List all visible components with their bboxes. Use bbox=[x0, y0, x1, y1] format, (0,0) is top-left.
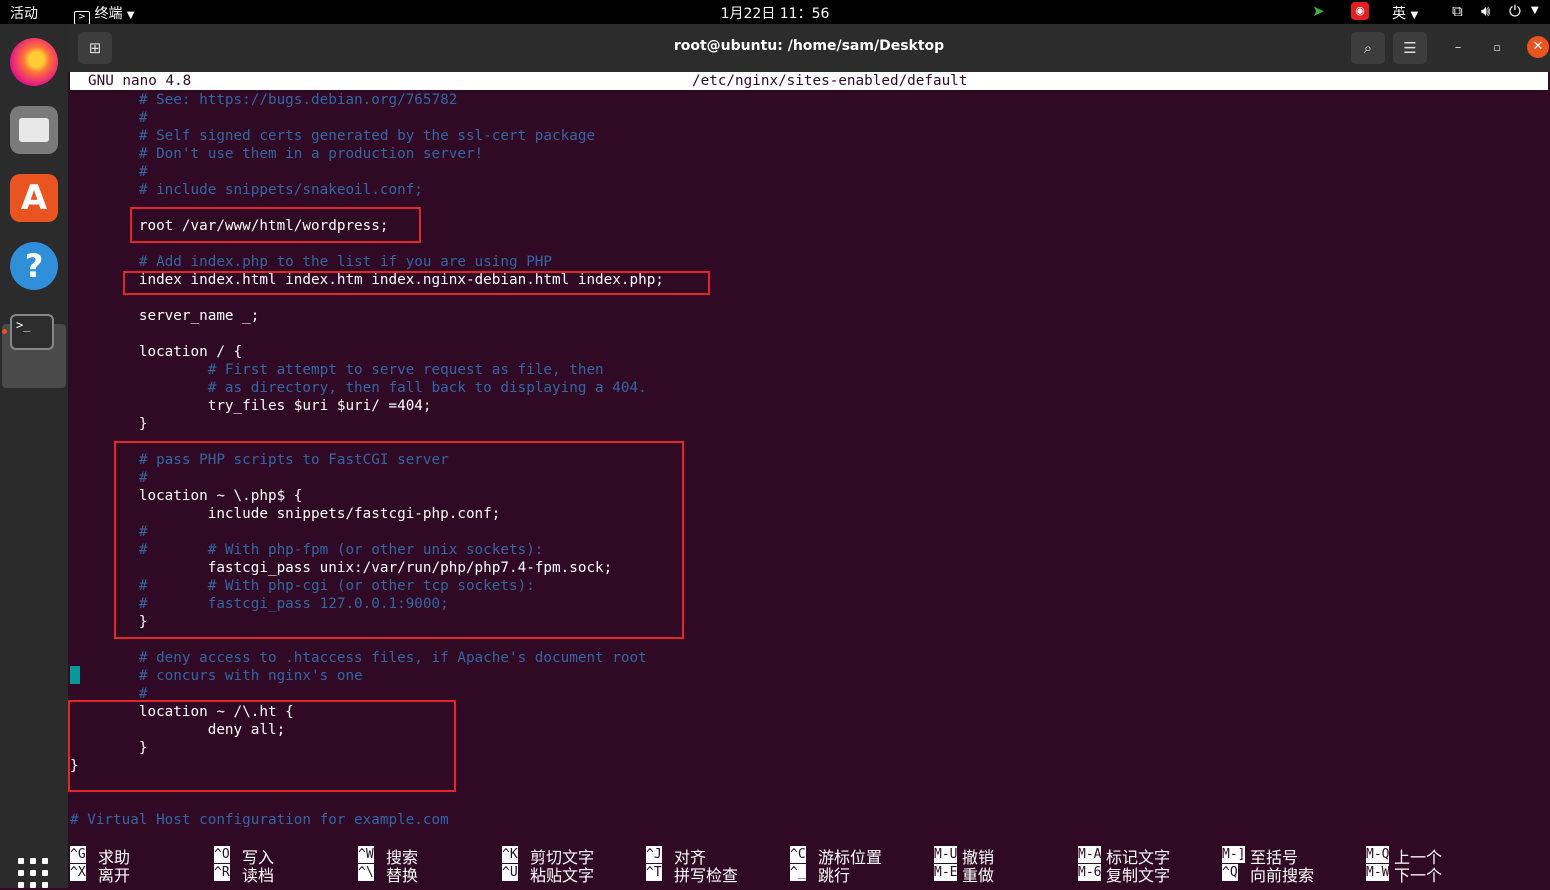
shortcut-key: M-A bbox=[1078, 846, 1102, 863]
shortcut-label: 替换 bbox=[386, 866, 419, 885]
shortcut-key: ^_ bbox=[790, 864, 806, 881]
network-icon[interactable]: ⧉ bbox=[1452, 2, 1463, 20]
shortcut-key: ^U bbox=[502, 864, 518, 881]
highlight-box-root bbox=[130, 207, 421, 243]
shortcut-key: ^W bbox=[358, 846, 374, 863]
terminal-icon[interactable]: >_ bbox=[10, 314, 54, 350]
firefox-icon[interactable] bbox=[10, 38, 58, 86]
help-icon[interactable]: ? bbox=[10, 242, 58, 290]
shortcut-key: ^X bbox=[70, 864, 86, 881]
terminal-small-icon: > bbox=[74, 11, 90, 25]
code-line: # deny access to .htaccess files, if Apa… bbox=[70, 650, 647, 666]
dock: A ? >_ bbox=[0, 24, 68, 888]
shortcut-key: M-U bbox=[934, 846, 958, 863]
shortcut-key: ^R bbox=[214, 864, 230, 881]
code-line: # include snippets/snakeoil.conf; bbox=[70, 182, 423, 198]
code-line: location / { bbox=[70, 344, 243, 360]
caret-down-icon: ▼ bbox=[1410, 10, 1419, 21]
close-button[interactable]: ✕ bbox=[1527, 36, 1549, 58]
shortcut-label: 下一个 bbox=[1394, 866, 1443, 885]
caret-down-icon[interactable]: ▼ bbox=[1531, 5, 1539, 16]
caret-down-icon: ▼ bbox=[126, 10, 135, 21]
shortcut-key: ^Q bbox=[1222, 864, 1238, 881]
code-line: # Self signed certs generated by the ssl… bbox=[70, 128, 596, 144]
top-panel: 活动 > 终端 ▼ 1月22日 11：56 ➤ ◉ 英 ▼ ⧉ 🔊︎ ⏻ ▼ bbox=[0, 0, 1550, 25]
code-line: # concurs with nginx's one bbox=[70, 668, 363, 684]
send-icon[interactable]: ➤ bbox=[1312, 2, 1325, 20]
app-menu[interactable]: > 终端 ▼ bbox=[74, 3, 135, 25]
window-title: root@ubuntu: /home/sam/Desktop bbox=[673, 38, 945, 54]
nano-version: GNU nano 4.8 bbox=[88, 73, 192, 89]
shortcut-key: ^O bbox=[214, 846, 230, 863]
weibo-icon[interactable]: ◉ bbox=[1351, 2, 1369, 20]
show-applications-icon[interactable] bbox=[18, 858, 50, 890]
highlight-box-php bbox=[114, 441, 684, 639]
code-line: # Don't use them in a production server! bbox=[70, 146, 484, 162]
input-method-label: 英 bbox=[1392, 6, 1406, 22]
shortcut-label: 离开 bbox=[98, 866, 131, 885]
files-icon[interactable] bbox=[10, 106, 58, 154]
code-line: # Virtual Host configuration for example… bbox=[70, 812, 449, 828]
shortcut-key: ^\ bbox=[358, 864, 374, 881]
software-center-icon[interactable]: A bbox=[10, 174, 58, 222]
shortcut-label: 读档 bbox=[242, 866, 275, 885]
shortcut-key: M-Q bbox=[1366, 846, 1390, 863]
highlight-box-index bbox=[123, 271, 710, 295]
highlight-box-htaccess bbox=[68, 700, 456, 792]
search-button[interactable]: ⌕ bbox=[1351, 32, 1385, 64]
activities-button[interactable]: 活动 bbox=[10, 3, 38, 23]
power-icon[interactable]: ⏻ bbox=[1509, 2, 1521, 20]
volume-icon[interactable]: 🔊︎ bbox=[1481, 2, 1490, 20]
shortcut-label: 跳行 bbox=[818, 866, 851, 885]
code-line: # as directory, then fall back to displa… bbox=[70, 380, 647, 396]
code-line: # First attempt to serve request as file… bbox=[70, 362, 604, 378]
shortcut-key: ^T bbox=[646, 864, 662, 881]
terminal-area[interactable]: GNU nano 4.8 /etc/nginx/sites-enabled/de… bbox=[68, 72, 1548, 888]
shortcut-key: M-W bbox=[1366, 864, 1390, 881]
shortcut-label: 向前搜索 bbox=[1250, 866, 1315, 885]
code-line: # bbox=[70, 164, 148, 180]
shortcut-label: 复制文字 bbox=[1106, 866, 1171, 885]
code-line: } bbox=[70, 416, 148, 432]
code-line: # Add index.php to the list if you are u… bbox=[70, 254, 553, 270]
clock-text[interactable]: 1月22日 11：56 bbox=[721, 6, 830, 22]
maximize-button[interactable]: ▫ bbox=[1487, 38, 1507, 58]
minimize-button[interactable]: – bbox=[1448, 38, 1468, 58]
shortcut-label: 重做 bbox=[962, 866, 995, 885]
window-titlebar[interactable]: ⊞ root@ubuntu: /home/sam/Desktop ⌕ ☰ – ▫… bbox=[68, 24, 1550, 72]
shortcut-key: M-E bbox=[934, 864, 958, 881]
shortcut-key: ^G bbox=[70, 846, 86, 863]
nano-header-bar: GNU nano 4.8 /etc/nginx/sites-enabled/de… bbox=[70, 72, 1548, 90]
code-line: server_name _; bbox=[70, 308, 260, 324]
shortcut-key: ^K bbox=[502, 846, 518, 863]
shortcut-key: ^C bbox=[790, 846, 806, 863]
shortcut-label: 拼写检查 bbox=[674, 866, 739, 885]
shortcut-key: ^J bbox=[646, 846, 662, 863]
shortcut-label: 粘贴文字 bbox=[530, 866, 595, 885]
input-method[interactable]: 英 ▼ bbox=[1392, 3, 1418, 23]
code-line: # bbox=[70, 110, 148, 126]
code-line: try_files $uri $uri/ =404; bbox=[70, 398, 432, 414]
code-line: # See: https://bugs.debian.org/765782 bbox=[70, 92, 458, 108]
running-indicator bbox=[2, 329, 7, 334]
menu-button[interactable]: ☰ bbox=[1393, 32, 1427, 64]
shortcut-key: M-] bbox=[1222, 846, 1246, 863]
app-menu-label: 终端 bbox=[94, 6, 123, 22]
text-cursor bbox=[70, 666, 80, 684]
nano-filename: /etc/nginx/sites-enabled/default bbox=[692, 73, 968, 89]
shortcut-key: M-6 bbox=[1078, 864, 1102, 881]
